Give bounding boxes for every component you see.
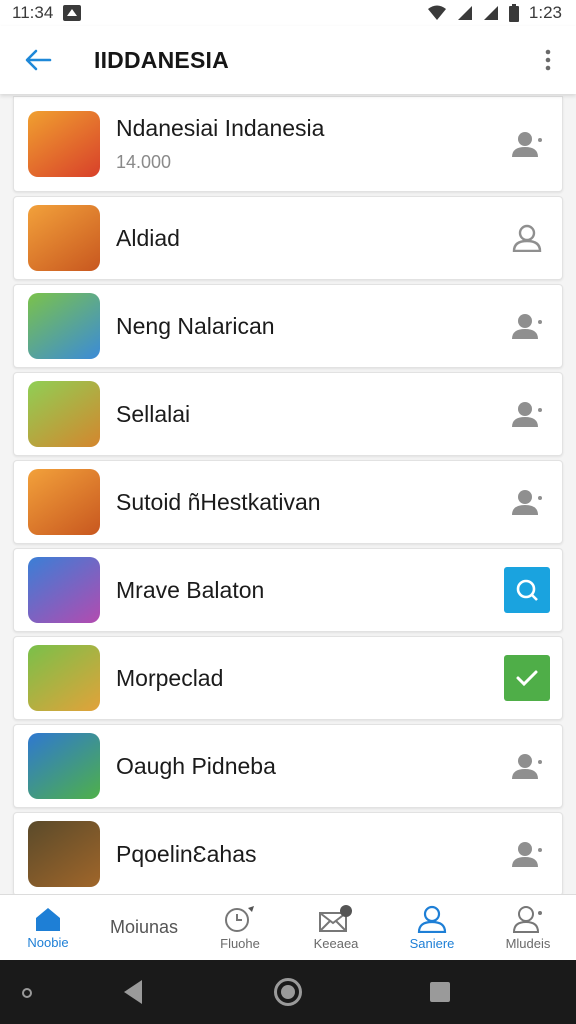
signal-icon — [457, 6, 472, 20]
nav-label: Fluohe — [220, 935, 260, 951]
person-add-icon — [512, 754, 542, 779]
person-add-icon — [512, 132, 542, 157]
list-item-subtitle: 14.000 — [116, 152, 172, 172]
person-icon — [512, 224, 542, 252]
list-item[interactable]: Mrave Balaton — [13, 548, 563, 632]
overflow-menu-button[interactable] — [520, 26, 576, 94]
person-icon — [417, 905, 447, 933]
person-add-icon — [512, 842, 542, 867]
check-button[interactable] — [504, 655, 550, 701]
follow-button[interactable] — [504, 743, 550, 789]
status-time-left: 11:34 — [12, 3, 54, 22]
app-thumbnail-icon — [28, 381, 100, 447]
list-item-title: PqoelinƐahas — [116, 840, 257, 867]
nav-label: Noobie — [27, 934, 69, 950]
list-item-title: Aldiad — [116, 224, 180, 251]
list-item[interactable]: Neng Nalarican — [13, 284, 563, 368]
list-item-title: Sellalai — [116, 400, 191, 427]
app-thumbnail-icon — [28, 293, 100, 359]
status-bar: 11:34 1:23 — [0, 0, 576, 26]
system-home-icon[interactable] — [274, 978, 302, 1006]
nav-label: Mludeis — [505, 935, 551, 951]
follow-button[interactable] — [504, 391, 550, 437]
signal-icon-2 — [483, 6, 498, 20]
app-bar: IIDDANESIA — [0, 26, 576, 94]
system-navigation-bar — [0, 960, 576, 1024]
list-item-title: Sutoid ñHestkativan — [116, 488, 321, 515]
nav-item-saniere[interactable]: Saniere — [384, 895, 480, 960]
nav-item-keeaea[interactable]: Keeaea — [288, 895, 384, 960]
list-item-title: Ndanesiai Indanesia — [116, 115, 325, 141]
system-back-icon[interactable] — [124, 980, 142, 1004]
list-item[interactable]: Sutoid ñHestkativan — [13, 460, 563, 544]
app-thumbnail-icon — [28, 557, 100, 623]
app-thumbnail-icon — [28, 111, 100, 177]
nav-item-fluohe[interactable]: Fluohe — [192, 895, 288, 960]
list-item[interactable]: Sellalai — [13, 372, 563, 456]
app-thumbnail-icon — [28, 205, 100, 271]
follow-button[interactable] — [504, 831, 550, 877]
app-thumbnail-icon — [28, 645, 100, 711]
more-vert-icon — [545, 49, 551, 71]
list-item-title: Oaugh Pidneba — [116, 752, 276, 779]
status-time-right: 1:23 — [528, 3, 562, 22]
list-item[interactable]: Aldiad — [13, 196, 563, 280]
list-item-title: Mrave Balaton — [116, 576, 265, 603]
follow-button[interactable] — [504, 303, 550, 349]
nav-label: Moiunas — [109, 917, 179, 937]
system-recents-icon[interactable] — [430, 982, 450, 1002]
image-notification-icon — [63, 5, 82, 21]
app-list[interactable]: Ndanesiai Indanesia 14.000 Aldiad Neng N… — [0, 96, 576, 894]
person-add-icon — [512, 905, 542, 933]
nav-label: Saniere — [409, 935, 455, 951]
bottom-navigation: Noobie Moiunas Fluohe Keeaea Saniere Mlu… — [0, 894, 576, 960]
wifi-icon — [427, 5, 446, 20]
nav-item-moiunas[interactable]: Moiunas — [96, 895, 192, 960]
list-item-title: Neng Nalarican — [116, 312, 275, 339]
person-add-icon — [512, 402, 542, 427]
arrow-back-icon — [25, 49, 52, 71]
back-button[interactable] — [0, 26, 76, 94]
app-thumbnail-icon — [28, 733, 100, 799]
nav-item-noobie[interactable]: Noobie — [0, 895, 96, 960]
person-add-icon — [512, 490, 542, 515]
app-thumbnail-icon — [28, 821, 100, 887]
nav-label: Keeaea — [313, 935, 359, 951]
list-item[interactable]: Ndanesiai Indanesia 14.000 — [13, 96, 563, 192]
app-thumbnail-icon — [28, 469, 100, 535]
follow-button[interactable] — [504, 121, 550, 167]
list-item-title: Morpeclad — [116, 664, 224, 691]
person-add-icon — [512, 314, 542, 339]
system-dot-icon[interactable] — [22, 988, 32, 998]
search-icon — [516, 579, 538, 601]
alarm-icon — [225, 905, 254, 932]
home-icon — [36, 907, 60, 931]
search-button[interactable] — [504, 567, 550, 613]
nav-item-mludeis[interactable]: Mludeis — [480, 895, 576, 960]
mail-icon — [319, 904, 352, 932]
page-title: IIDDANESIA — [94, 46, 229, 73]
battery-icon — [508, 4, 519, 22]
profile-button[interactable] — [504, 215, 550, 261]
follow-button[interactable] — [504, 479, 550, 525]
check-icon — [516, 670, 538, 687]
list-item[interactable]: Oaugh Pidneba — [13, 724, 563, 808]
list-item[interactable]: Morpeclad — [13, 636, 563, 720]
list-item[interactable]: PqoelinƐahas — [13, 812, 563, 894]
